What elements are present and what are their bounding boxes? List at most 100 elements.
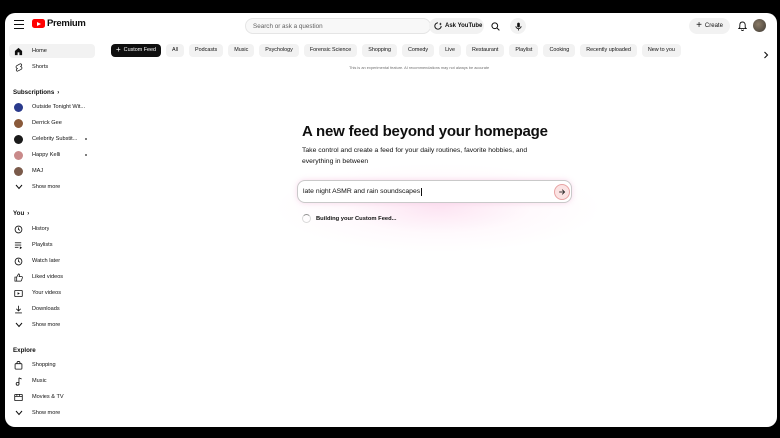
chip-all[interactable]: All [166,43,185,57]
sidebar-item-shorts[interactable]: Shorts [9,60,95,74]
sidebar-item-movies-tv[interactable]: Movies & TV [9,390,95,404]
sidebar-item-label: Movies & TV [32,394,64,400]
your-videos-icon [14,289,23,298]
sidebar-item-watch-later[interactable]: Watch later [9,254,95,268]
logo-text: Premium [47,18,86,29]
sidebar-item-label: Downloads [32,306,60,312]
chip-shopping[interactable]: Shopping [362,43,398,57]
sidebar-item-label: Shopping [32,362,56,368]
explore-show-more[interactable]: Show more [9,406,95,420]
download-icon [14,305,23,314]
chip-recently-uploaded[interactable]: Recently uploaded [580,43,637,57]
sidebar-item-label: Your videos [32,290,62,296]
ask-youtube-button[interactable]: Ask YouTube [429,18,484,34]
chip-cooking[interactable]: Cooking [543,43,576,57]
subscriptions-heading-label: Subscriptions [13,89,55,96]
home-icon [14,47,23,56]
sidebar-item-playlists[interactable]: Playlists [9,238,95,252]
browser-frame: Premium Search or ask a question Ask You… [5,13,777,427]
plus-icon: + [696,20,702,31]
chip-comedy[interactable]: Comedy [402,43,435,57]
subscription-item[interactable]: Derrick Gee [9,116,95,130]
menu-icon[interactable] [14,20,24,29]
chip-playlist[interactable]: Playlist [509,43,539,57]
chip-restaurant[interactable]: Restaurant [465,43,505,57]
sidebar-item-your-videos[interactable]: Your videos [9,286,95,300]
show-more-label: Show more [32,322,61,328]
ask-sparkle-icon [434,22,442,30]
chip-live[interactable]: Live [439,43,461,57]
avatar [14,150,23,160]
subscription-label: Happy Kelli [32,152,61,158]
explore-heading-label: Explore [13,347,36,354]
page-title: A new feed beyond your homepage [302,123,548,140]
avatar [14,118,23,128]
sidebar-item-label: Shorts [32,64,49,70]
create-label: Create [704,23,723,29]
chevron-right-icon: › [57,89,60,96]
youtube-premium-logo[interactable]: Premium [32,18,86,29]
sidebar-item-music[interactable]: Music [9,374,95,388]
history-icon [14,225,23,234]
avatar [14,102,23,112]
filter-chips-bar: + Custom Feed All Podcasts Music Psychol… [111,43,686,57]
chevron-down-icon [14,409,23,418]
sidebar-item-history[interactable]: History [9,222,95,236]
music-icon [14,377,23,386]
subscriptions-heading[interactable]: Subscriptions › [13,89,59,96]
sidebar-item-liked-videos[interactable]: Liked videos [9,270,95,284]
sidebar-item-label: Home [32,48,47,54]
notifications-bell-icon[interactable] [735,19,749,33]
chip-forensic-science[interactable]: Forensic Science [303,43,358,57]
subscription-label: Celebrity Substit... [32,136,78,142]
channel-avatar [14,150,23,160]
sidebar-item-label: Playlists [32,242,53,248]
subscription-label: MAJ [32,168,44,174]
plus-icon: + [116,45,121,54]
chevron-right-icon[interactable] [763,46,771,59]
subscription-label: Derrick Gee [32,120,62,126]
prompt-glow [273,163,603,253]
submit-arrow-button[interactable] [554,184,570,200]
experimental-disclaimer: This is an experimental feature. AI reco… [349,65,490,70]
microphone-icon[interactable] [510,18,526,34]
subscription-item[interactable]: Celebrity Substit... [9,132,95,146]
channel-avatar [14,134,23,144]
subscription-item[interactable]: MAJ [9,164,95,178]
show-more-label: Show more [32,184,61,190]
chip-music[interactable]: Music [228,43,255,57]
subscription-item[interactable]: Happy Kelli [9,148,95,162]
channel-avatar [14,118,23,128]
shopping-icon [14,360,23,370]
sidebar-item-downloads[interactable]: Downloads [9,302,95,316]
new-content-dot [85,138,87,140]
prompt-text: late night ASMR and rain soundscapes [303,188,421,195]
channel-avatar [14,166,23,176]
chip-psychology[interactable]: Psychology [259,43,299,57]
subscription-item[interactable]: Outside Tonight Wit... [9,100,95,114]
chip-new-to-you[interactable]: New to you [641,43,681,57]
top-bar: Premium Search or ask a question Ask You… [5,13,777,39]
account-avatar[interactable] [753,19,766,32]
sidebar-item-label: Watch later [32,258,61,264]
sidebar-item-home[interactable]: Home [9,44,95,58]
youtube-logo-icon [32,19,45,28]
custom-feed-chip[interactable]: + Custom Feed [111,43,162,57]
new-content-dot [85,154,87,156]
text-caret [421,187,422,196]
search-input[interactable]: Search or ask a question [245,18,431,34]
sidebar-item-shopping[interactable]: Shopping [9,358,95,372]
you-show-more[interactable]: Show more [9,318,95,332]
custom-feed-label: Custom Feed [123,47,157,53]
building-status: Building your Custom Feed... [302,214,397,223]
search-icon[interactable] [487,18,503,34]
movies-icon [14,393,23,402]
sidebar-item-label: History [32,226,50,232]
create-button[interactable]: + Create [689,18,730,34]
subscriptions-show-more[interactable]: Show more [9,180,95,194]
you-heading[interactable]: You › [13,210,29,217]
avatar [14,134,23,144]
chip-podcasts[interactable]: Podcasts [189,43,224,57]
custom-feed-prompt-input[interactable]: late night ASMR and rain soundscapes [297,180,572,203]
like-icon [14,273,23,282]
